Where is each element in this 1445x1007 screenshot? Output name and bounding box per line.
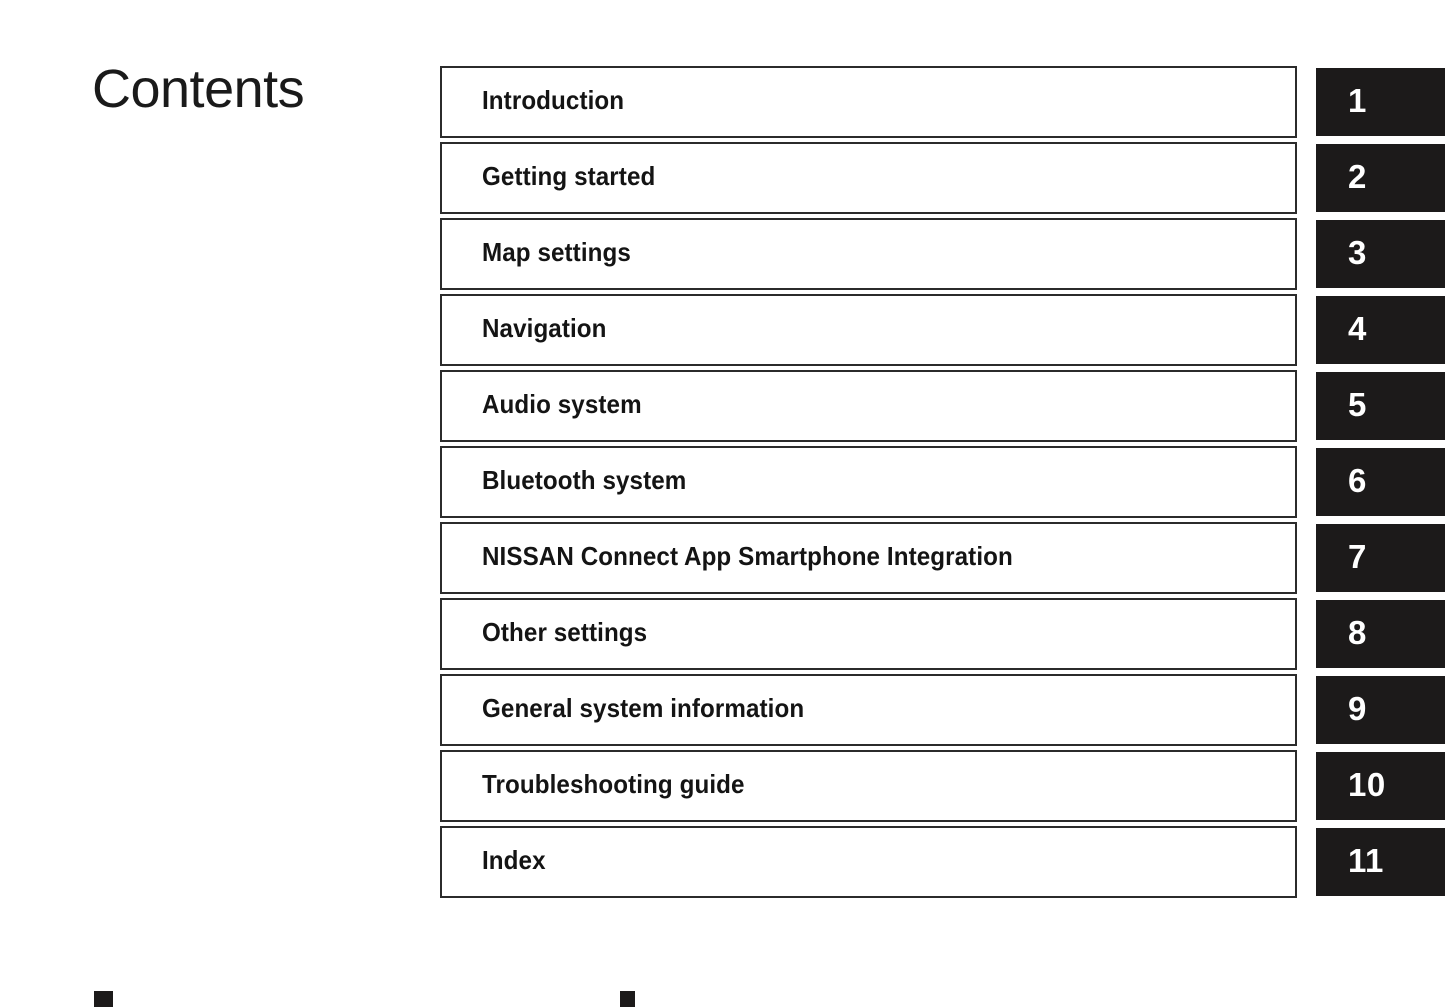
chapter-tab[interactable]: 4 <box>1316 296 1445 364</box>
contents-row-label: General system information <box>482 692 805 723</box>
contents-row-label: Audio system <box>482 388 642 419</box>
contents-row-label: Troubleshooting guide <box>482 768 745 799</box>
chapter-tab[interactable]: 2 <box>1316 144 1445 212</box>
chapter-tab-number: 2 <box>1348 157 1367 195</box>
contents-row[interactable]: Other settings <box>440 598 1297 670</box>
chapter-tab-number: 7 <box>1348 537 1367 575</box>
chapter-tab-number: 9 <box>1348 689 1367 727</box>
chapter-tab[interactable]: 3 <box>1316 220 1445 288</box>
contents-row-label: Other settings <box>482 616 648 647</box>
chapter-tab-number: 8 <box>1348 613 1367 651</box>
contents-row[interactable]: Map settings <box>440 218 1297 290</box>
chapter-tab[interactable]: 9 <box>1316 676 1445 744</box>
contents-row[interactable]: Audio system <box>440 370 1297 442</box>
contents-row[interactable]: Introduction <box>440 66 1297 138</box>
contents-row-label: NISSAN Connect App Smartphone Integratio… <box>482 540 1013 571</box>
contents-row-label: Navigation <box>482 312 607 343</box>
chapter-tab-number: 3 <box>1348 233 1367 271</box>
contents-row[interactable]: Troubleshooting guide <box>440 750 1297 822</box>
chapter-tab-number: 10 <box>1348 765 1386 803</box>
chapter-tab-number: 4 <box>1348 309 1367 347</box>
chapter-tab-number: 1 <box>1348 81 1367 119</box>
contents-row[interactable]: Index <box>440 826 1297 898</box>
chapter-tab-number: 5 <box>1348 385 1367 423</box>
contents-row-label: Index <box>482 844 546 875</box>
contents-row-label: Map settings <box>482 236 631 267</box>
contents-row-label: Getting started <box>482 160 656 191</box>
chapter-tab[interactable]: 1 <box>1316 68 1445 136</box>
chapter-tab[interactable]: 8 <box>1316 600 1445 668</box>
contents-row-label: Introduction <box>482 84 625 115</box>
page-title: Contents <box>92 59 305 119</box>
contents-row[interactable]: Getting started <box>440 142 1297 214</box>
contents-row-label: Bluetooth system <box>482 464 687 495</box>
chapter-tab[interactable]: 5 <box>1316 372 1445 440</box>
contents-row[interactable]: Navigation <box>440 294 1297 366</box>
chapter-tab[interactable]: 11 <box>1316 828 1445 896</box>
chapter-tab-number: 11 <box>1348 841 1384 879</box>
chapter-tab[interactable]: 10 <box>1316 752 1445 820</box>
contents-row[interactable]: Bluetooth system <box>440 446 1297 518</box>
contents-row[interactable]: General system information <box>440 674 1297 746</box>
chapter-tab[interactable]: 6 <box>1316 448 1445 516</box>
contents-list: Introduction Getting started Map setting… <box>440 66 1297 898</box>
chapter-tab-number: 6 <box>1348 461 1367 499</box>
chapter-tab[interactable]: 7 <box>1316 524 1445 592</box>
contents-row[interactable]: NISSAN Connect App Smartphone Integratio… <box>440 522 1297 594</box>
chapter-tab-strip: 1 2 3 4 5 6 7 8 9 10 11 <box>1316 68 1445 896</box>
